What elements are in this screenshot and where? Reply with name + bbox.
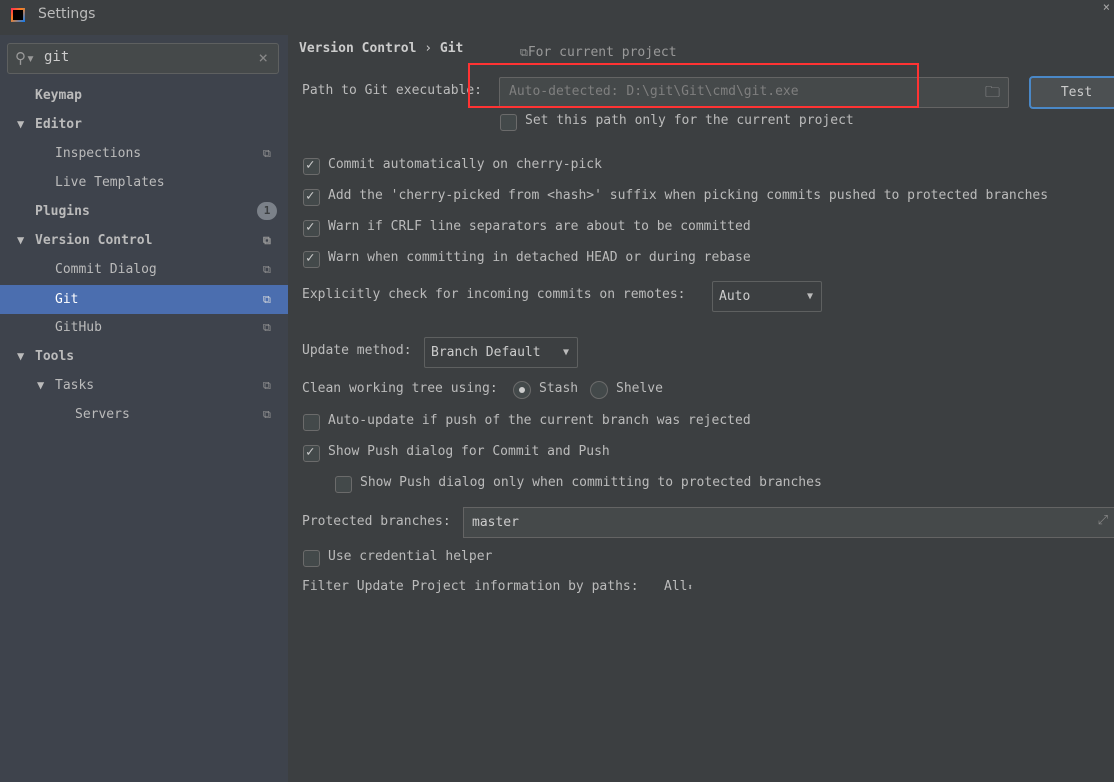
radio-label: Shelve xyxy=(616,381,663,396)
test-button[interactable]: Test xyxy=(1029,76,1114,109)
protected-branches-input[interactable]: master ⤢ xyxy=(463,507,1114,538)
chevron-down-icon: ▼ xyxy=(806,291,813,302)
checkbox-label: Warn if CRLF line separators are about t… xyxy=(328,219,751,234)
checkbox-label: Add the 'cherry-picked from <hash>' suff… xyxy=(328,188,1049,203)
clean-label: Clean working tree using: xyxy=(302,381,498,396)
breadcrumb-parent: Version Control xyxy=(299,41,417,56)
sidebar-item-label: Commit Dialog xyxy=(55,262,157,277)
shelve-radio[interactable] xyxy=(590,381,608,399)
credential-helper-checkbox[interactable] xyxy=(303,550,320,567)
checkbox-label: Show Push dialog for Commit and Push xyxy=(328,444,610,459)
sidebar-item-git[interactable]: Git ⧉ xyxy=(0,285,288,314)
radio-label: Stash xyxy=(539,381,579,396)
breadcrumb-current: Git xyxy=(439,41,464,56)
project-scope-icon: ⧉ xyxy=(263,321,271,334)
warn-detached-checkbox[interactable] xyxy=(303,250,320,268)
filter-label: Filter Update Project information by pat… xyxy=(302,579,639,594)
path-label: Path to Git executable: xyxy=(302,83,483,98)
checkbox-label: Commit automatically on cherry-pick xyxy=(328,157,602,172)
dropdown-value: Auto xyxy=(719,289,751,304)
incoming-label: Explicitly check for incoming commits on… xyxy=(302,287,686,302)
sidebar-item-label: Servers xyxy=(75,407,130,422)
sidebar-item-label: Version Control xyxy=(35,233,153,248)
sidebar-item-label: Tasks xyxy=(55,378,95,393)
close-icon[interactable]: × xyxy=(1103,0,1110,14)
path-only-project-checkbox[interactable] xyxy=(500,114,517,131)
window-title: Settings xyxy=(38,6,96,22)
expand-icon[interactable]: ⤢ xyxy=(1098,513,1108,528)
expand-arrow-icon[interactable]: ▼ xyxy=(17,226,24,255)
project-scope-icon: ⧉ xyxy=(520,46,528,59)
checkbox-label: Use credential helper xyxy=(328,549,493,564)
show-push-protected-checkbox[interactable] xyxy=(335,476,352,493)
warn-crlf-checkbox[interactable] xyxy=(303,219,320,237)
title-bar xyxy=(0,0,1114,30)
sidebar-item-editor[interactable]: ▼ Editor xyxy=(0,110,288,139)
sidebar-item-github[interactable]: GitHub ⧉ xyxy=(0,313,288,342)
breadcrumb-separator: › xyxy=(424,41,433,56)
sidebar-item-live-templates[interactable]: Live Templates xyxy=(0,168,288,197)
sidebar-item-plugins[interactable]: Plugins 1 xyxy=(0,197,288,226)
update-label: Update method: xyxy=(302,343,412,358)
project-scope-icon: ⧉ xyxy=(263,293,271,306)
expand-arrow-icon[interactable]: ▼ xyxy=(17,342,24,371)
sidebar-item-label: Inspections xyxy=(55,146,142,161)
dropdown-value: Branch Default xyxy=(431,345,541,360)
sidebar-item-label: Keymap xyxy=(35,88,82,103)
folder-icon[interactable]: 🗀 xyxy=(985,82,1000,107)
checkbox-label: Auto-update if push of the current branc… xyxy=(328,413,751,428)
filter-dropdown[interactable]: All⬍ xyxy=(664,579,693,594)
project-scope-icon: ⧉ xyxy=(263,234,271,247)
show-push-checkbox[interactable] xyxy=(303,444,320,462)
project-scope-icon: ⧉ xyxy=(263,379,271,392)
project-scope-icon: ⧉ xyxy=(263,147,271,160)
sidebar-item-tasks[interactable]: ▼ Tasks ⧉ xyxy=(0,371,288,400)
sidebar-item-label: Git xyxy=(55,292,79,307)
incoming-dropdown[interactable]: Auto ▼ xyxy=(712,281,822,312)
protected-label: Protected branches: xyxy=(302,514,451,529)
scope-label: For current project xyxy=(527,45,677,60)
chevron-down-icon: ▼ xyxy=(562,347,569,358)
stash-radio[interactable] xyxy=(513,381,531,399)
plugins-badge: 1 xyxy=(257,202,277,220)
sidebar-item-servers[interactable]: Servers ⧉ xyxy=(0,400,288,429)
project-scope-icon: ⧉ xyxy=(263,263,271,276)
expand-arrow-icon[interactable]: ▼ xyxy=(37,371,44,400)
scope-note: ⧉For current project xyxy=(520,45,677,60)
project-scope-icon: ⧉ xyxy=(263,408,271,421)
sidebar-item-version-control[interactable]: ▼ Version Control ⧉ xyxy=(0,226,288,255)
clear-search-icon[interactable]: × xyxy=(258,48,268,67)
expand-arrow-icon[interactable]: ▼ xyxy=(17,110,24,139)
dropdown-value: All xyxy=(664,579,688,594)
search-input[interactable] xyxy=(44,49,244,65)
checkbox-label: Warn when committing in detached HEAD or… xyxy=(328,250,751,265)
sidebar-item-label: Editor xyxy=(35,117,82,132)
search-icon[interactable]: ⚲▾ xyxy=(15,49,35,67)
breadcrumb: Version Control › Git xyxy=(299,41,463,56)
sidebar-item-label: Tools xyxy=(35,349,75,364)
sidebar-item-label: GitHub xyxy=(55,320,102,335)
search-box[interactable]: ⚲▾ × xyxy=(7,43,279,74)
sidebar-item-commit-dialog[interactable]: Commit Dialog ⧉ xyxy=(0,255,288,284)
auto-update-checkbox[interactable] xyxy=(303,414,320,431)
sidebar-item-keymap[interactable]: Keymap xyxy=(0,81,288,110)
sidebar-item-tools[interactable]: ▼ Tools xyxy=(0,342,288,371)
intellij-logo-icon xyxy=(11,8,25,22)
checkbox-label: Show Push dialog only when committing to… xyxy=(360,475,822,490)
protected-value: master xyxy=(472,515,519,530)
highlight-box xyxy=(468,63,919,108)
update-method-dropdown[interactable]: Branch Default ▼ xyxy=(424,337,578,368)
updown-icon: ⬍ xyxy=(687,583,693,593)
checkbox-label: Set this path only for the current proje… xyxy=(525,113,854,128)
sidebar-item-label: Live Templates xyxy=(55,175,165,190)
sidebar-item-label: Plugins xyxy=(35,204,90,219)
sidebar-item-inspections[interactable]: Inspections ⧉ xyxy=(0,139,288,168)
cherry-suffix-checkbox[interactable] xyxy=(303,188,320,206)
commit-auto-checkbox[interactable] xyxy=(303,157,320,175)
